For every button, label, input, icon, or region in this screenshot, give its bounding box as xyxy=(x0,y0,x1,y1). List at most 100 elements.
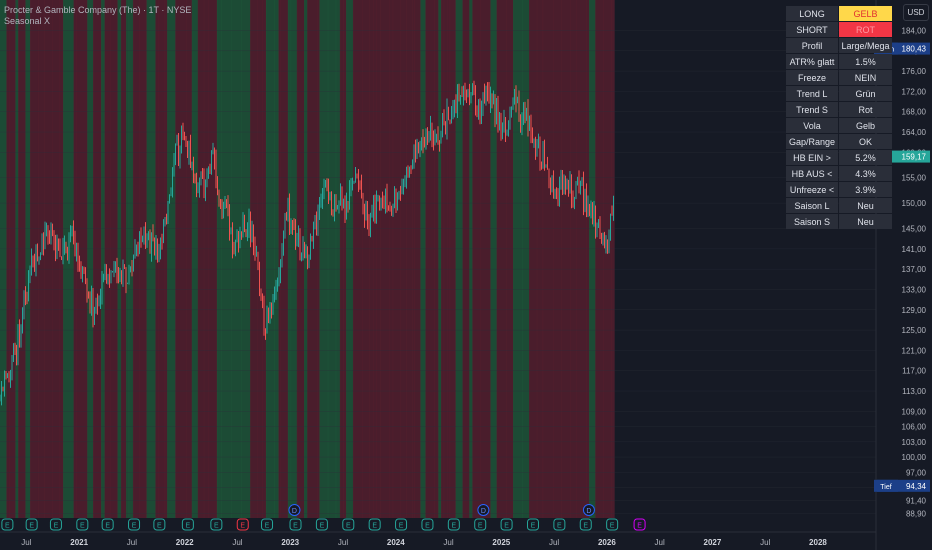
seasonal-band xyxy=(164,0,168,518)
seasonal-band xyxy=(6,0,10,518)
signal-row: Saison S Neu xyxy=(786,214,892,229)
seasonal-band xyxy=(52,0,60,518)
earnings-marker-label: E xyxy=(132,523,137,530)
seasonal-band xyxy=(87,0,94,518)
earnings-marker-label: E xyxy=(54,523,59,530)
seasonal-band xyxy=(400,0,407,518)
earnings-marker-label: E xyxy=(186,523,191,530)
signal-value: 4.3% xyxy=(839,166,892,181)
seasonal-band xyxy=(319,0,329,518)
seasonal-band xyxy=(139,0,147,518)
earnings-marker-label: E xyxy=(29,523,34,530)
signal-row: SHORT ROT xyxy=(786,22,892,37)
seasonal-band xyxy=(373,0,377,518)
y-tick-label: 117,00 xyxy=(902,367,926,376)
y-tick-label: 172,00 xyxy=(902,87,927,96)
seasonal-band xyxy=(343,0,347,518)
y-tick-label: 137,00 xyxy=(902,265,927,274)
signal-value: 3.9% xyxy=(839,182,892,197)
x-tick-label: 2024 xyxy=(387,538,405,547)
seasonal-band xyxy=(472,0,481,518)
seasonal-band xyxy=(120,0,127,518)
y-tick-label: 164,00 xyxy=(902,128,927,137)
current-price-tag: 159,17 xyxy=(902,153,927,162)
signal-label: LONG xyxy=(786,6,838,21)
signal-label: Unfreeze < xyxy=(786,182,838,197)
seasonal-band xyxy=(231,0,242,518)
seasonal-band xyxy=(522,0,530,518)
y-tick-label: 106,00 xyxy=(902,423,927,432)
seasonal-band xyxy=(197,0,205,518)
signal-value: Gelb xyxy=(839,118,892,133)
earnings-marker-label: E xyxy=(293,523,298,530)
seasonal-band xyxy=(362,0,370,518)
seasonal-band xyxy=(216,0,222,518)
seasonal-band xyxy=(611,0,615,518)
seasonal-band xyxy=(44,0,53,518)
y-tick-label: 91,40 xyxy=(906,497,927,506)
seasonal-band xyxy=(346,0,354,518)
seasonal-band xyxy=(158,0,166,518)
earnings-marker-label: E xyxy=(157,523,162,530)
seasonal-band xyxy=(185,0,193,518)
x-tick-label: Jul xyxy=(21,538,31,547)
seasonal-band xyxy=(513,0,523,518)
signal-row: ATR% glatt 1.5% xyxy=(786,54,892,69)
signal-label: Trend L xyxy=(786,86,838,101)
seasonal-band xyxy=(506,0,514,518)
seasonal-band xyxy=(104,0,111,518)
seasonal-band xyxy=(480,0,491,518)
seasonal-band xyxy=(561,0,571,518)
earnings-marker-label: E xyxy=(214,523,219,530)
seasonal-band xyxy=(455,0,463,518)
signal-label: Freeze xyxy=(786,70,838,85)
low-price-tag: 94,34 xyxy=(906,482,927,491)
signal-row: Trend S Rot xyxy=(786,102,892,117)
seasonal-band xyxy=(595,0,604,518)
signal-row: Gap/Range OK xyxy=(786,134,892,149)
signal-label: HB EIN > xyxy=(786,150,838,165)
signal-label: SHORT xyxy=(786,22,838,37)
seasonal-band xyxy=(586,0,590,518)
seasonal-band xyxy=(496,0,507,518)
signal-value: OK xyxy=(839,134,892,149)
indicator-name[interactable]: Seasonal X xyxy=(4,16,50,27)
x-tick-label: 2023 xyxy=(281,538,299,547)
seasonal-band xyxy=(405,0,413,518)
signal-value: Grün xyxy=(839,86,892,101)
seasonal-band xyxy=(433,0,439,518)
seasonal-band xyxy=(425,0,435,518)
seasonal-band xyxy=(449,0,457,518)
signal-label: ATR% glatt xyxy=(786,54,838,69)
low-label: Tief xyxy=(880,484,891,491)
currency-button[interactable]: USD xyxy=(903,4,929,21)
x-tick-label: Jul xyxy=(127,538,137,547)
time-axis[interactable]: Jul 2021 Jul 2022 Jul 2023 Jul 2024 Jul 2025 Jul 20… xyxy=(21,538,827,547)
x-tick-label: 2025 xyxy=(492,538,510,547)
seasonal-band xyxy=(570,0,578,518)
signal-value: Large/Mega xyxy=(839,38,892,53)
seasonal-band xyxy=(327,0,337,518)
seasonal-band xyxy=(380,0,390,518)
x-tick-label: Jul xyxy=(760,538,770,547)
signal-label: Saison S xyxy=(786,214,838,229)
seasonal-band xyxy=(420,0,426,518)
seasonal-band xyxy=(553,0,562,518)
seasonal-band xyxy=(339,0,344,518)
earnings-marker-label: E xyxy=(5,523,10,530)
y-tick-label: 145,00 xyxy=(902,225,927,234)
seasonal-band xyxy=(542,0,554,518)
seasonal-band xyxy=(274,0,279,518)
y-tick-label: 109,00 xyxy=(902,407,927,416)
signal-label: Saison L xyxy=(786,198,838,213)
price-axis[interactable]: 184,00180,00176,00172,00168,00164,00160,… xyxy=(902,26,927,518)
y-tick-label: 176,00 xyxy=(902,67,927,76)
x-tick-label: Jul xyxy=(443,538,453,547)
earnings-marker-label: E xyxy=(504,523,509,530)
y-tick-label: 100,00 xyxy=(902,453,927,462)
x-tick-label: 2027 xyxy=(704,538,722,547)
x-tick-label: Jul xyxy=(338,538,348,547)
earnings-marker-label: E xyxy=(451,523,456,530)
y-tick-label: 88,90 xyxy=(906,509,927,518)
earnings-marker-label: E xyxy=(478,523,483,530)
